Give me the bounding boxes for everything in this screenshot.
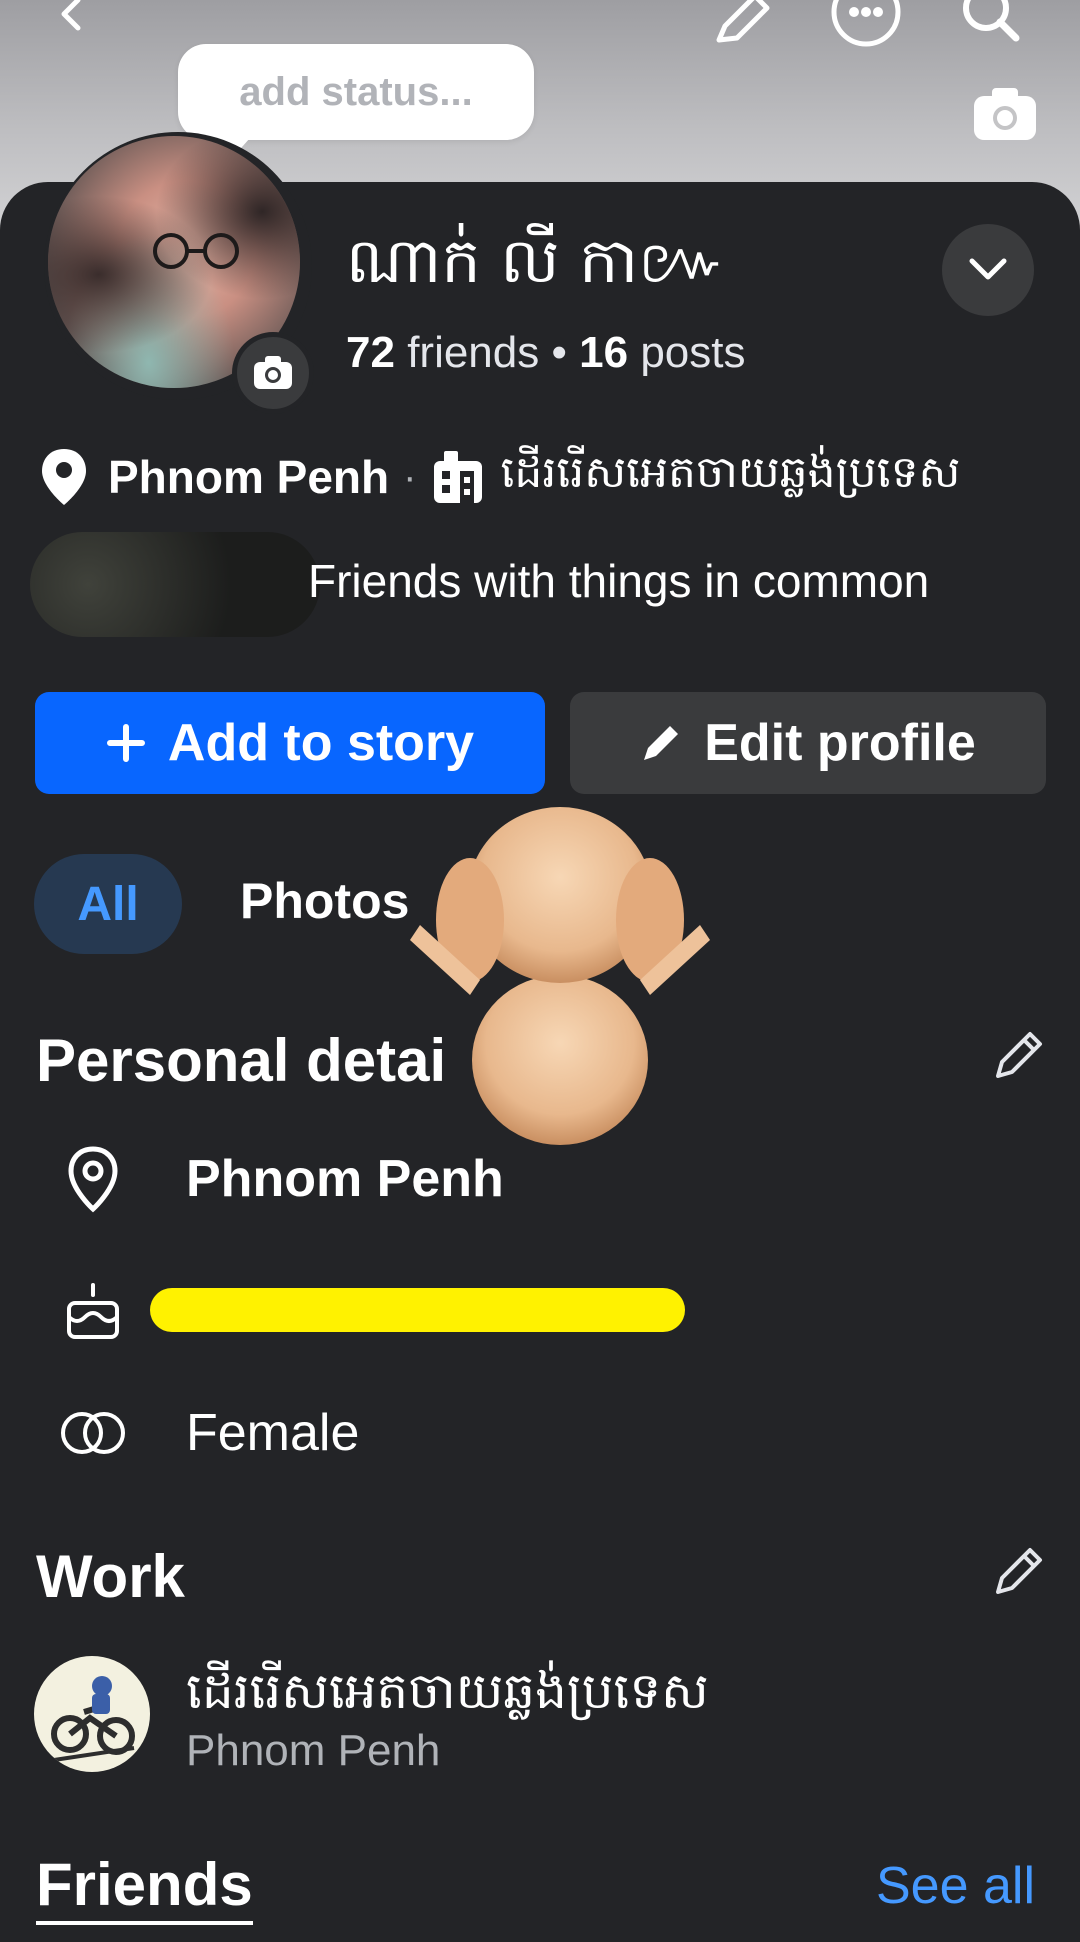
- friend-avatars-blurred: [30, 532, 320, 637]
- common-friends-text: Friends with things in common: [308, 555, 930, 607]
- building-icon: [434, 451, 483, 503]
- friends-title: Friends: [36, 1851, 253, 1925]
- edit-profile-label: Edit profile: [704, 714, 976, 772]
- add-to-story-label: Add to story: [167, 714, 475, 772]
- posts-label: posts: [640, 328, 746, 377]
- pencil-icon: [644, 726, 679, 760]
- location-outline-icon: [68, 1146, 118, 1213]
- edit-work-button[interactable]: [988, 1542, 1048, 1602]
- detail-location-row: Phnom Penh: [56, 1134, 1036, 1224]
- chevron-down-icon: [969, 258, 1007, 280]
- intro-line: Phnom Penh · ដើររើសអេតចាយឆ្លង់ប្រទេស: [38, 442, 960, 512]
- profile-menu-button[interactable]: [942, 224, 1034, 316]
- work-city: Phnom Penh: [186, 1726, 441, 1775]
- tab-all-label: All: [77, 877, 139, 931]
- pencil-icon: [716, 0, 770, 43]
- motorbike-icon: [51, 1676, 135, 1762]
- mutual-friends-row[interactable]: Friends with things in common: [30, 532, 1060, 642]
- more-button[interactable]: [830, 0, 902, 48]
- work-item[interactable]: ដើររើសអេតចាយឆ្លង់ប្រទេស Phnom Penh: [34, 1654, 1044, 1775]
- tab-photos[interactable]: Photos: [240, 872, 409, 930]
- add-to-story-button[interactable]: Add to story: [35, 692, 545, 794]
- work-logo: [34, 1656, 150, 1772]
- detail-gender: Female: [186, 1404, 360, 1462]
- more-icon: [831, 0, 901, 47]
- edit-profile-button[interactable]: Edit profile: [570, 692, 1046, 794]
- chevron-left-icon: [61, 0, 81, 31]
- work-employer: ដើររើសអេតចាយឆ្លង់ប្រទេស: [186, 1662, 709, 1720]
- profile-stats: 72 friends • 16 posts: [346, 328, 746, 378]
- stats-separator: •: [551, 328, 567, 377]
- intro-workplace: ដើររើសអេតចាយឆ្លង់ប្រទេស: [500, 447, 961, 498]
- edit-button[interactable]: [708, 0, 774, 44]
- glasses-decoration: [153, 233, 239, 269]
- plus-icon: [106, 724, 145, 762]
- work-title: Work: [36, 1543, 185, 1610]
- add-status-bubble[interactable]: add status...: [178, 44, 534, 156]
- edit-personal-details-button[interactable]: [988, 1026, 1048, 1086]
- camera-icon: [254, 356, 292, 389]
- intro-separator: ·: [403, 454, 417, 499]
- profile-name: ណាក់ លី កា៚: [346, 224, 726, 297]
- pencil-outline-icon: [996, 1032, 1042, 1078]
- cover-camera-button[interactable]: [970, 84, 1040, 144]
- tab-all[interactable]: All: [34, 854, 182, 954]
- intro-location: Phnom Penh: [108, 451, 390, 503]
- status-placeholder: add status...: [239, 69, 473, 114]
- location-pin-icon: [42, 449, 86, 505]
- avatar-camera-button[interactable]: [232, 332, 314, 414]
- camera-icon: [974, 88, 1036, 140]
- search-icon: [963, 0, 1020, 42]
- pencil-outline-icon: [996, 1548, 1042, 1594]
- posts-count: 16: [579, 328, 629, 377]
- gender-icon: [61, 1412, 125, 1454]
- friends-label[interactable]: friends: [407, 328, 539, 377]
- search-button[interactable]: [960, 0, 1024, 44]
- personal-details-title: Personal detai: [36, 1027, 447, 1094]
- detail-location: Phnom Penh: [186, 1150, 504, 1208]
- puppy-sticker: [410, 807, 710, 1145]
- see-all-friends-link[interactable]: See all: [876, 1856, 1035, 1916]
- detail-gender-row: Female: [56, 1388, 1036, 1478]
- birthday-cake-icon: [67, 1283, 119, 1339]
- friends-count: 72: [346, 328, 395, 377]
- back-button[interactable]: [40, 0, 100, 40]
- birthday-redaction: [150, 1288, 685, 1332]
